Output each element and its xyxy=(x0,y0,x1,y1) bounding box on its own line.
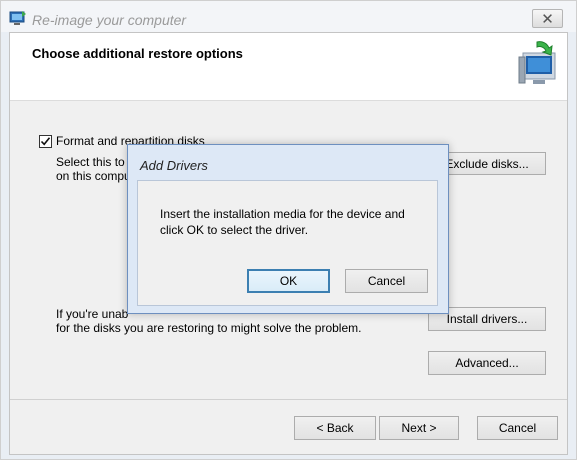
cancel-button[interactable]: Cancel xyxy=(477,416,558,440)
close-button[interactable]: ✕ xyxy=(532,9,563,28)
window-title: Re-image your computer xyxy=(32,12,187,28)
dialog-body: Insert the installation media for the de… xyxy=(137,180,438,306)
computer-restore-icon xyxy=(518,41,556,84)
dialog-message: Insert the installation media for the de… xyxy=(160,207,405,237)
format-checkbox[interactable] xyxy=(39,134,52,148)
advanced-button[interactable]: Advanced... xyxy=(428,351,546,375)
checkmark-icon xyxy=(40,136,51,146)
description-line: on this compu xyxy=(56,169,131,183)
back-button[interactable]: < Back xyxy=(294,416,376,440)
format-option-description: Select this to on this compu xyxy=(56,155,136,183)
dialog-title: Add Drivers xyxy=(140,158,208,173)
reimage-window: Re-image your computer ✕ Choose addition… xyxy=(0,0,577,460)
dialog-cancel-button[interactable]: Cancel xyxy=(345,269,428,293)
add-drivers-dialog: Add Drivers Insert the installation medi… xyxy=(127,144,449,314)
hint-line: for the disks you are restoring to might… xyxy=(56,321,362,335)
wizard-header: Choose additional restore options xyxy=(10,33,567,101)
footer-divider xyxy=(10,399,567,400)
description-line: Select this to xyxy=(56,155,125,169)
title-bar: Re-image your computer ✕ xyxy=(1,1,576,32)
next-button[interactable]: Next > xyxy=(379,416,459,440)
close-icon: ✕ xyxy=(541,10,554,28)
dialog-ok-button[interactable]: OK xyxy=(247,269,330,293)
reimage-app-icon xyxy=(9,11,26,25)
page-title: Choose additional restore options xyxy=(32,46,243,61)
